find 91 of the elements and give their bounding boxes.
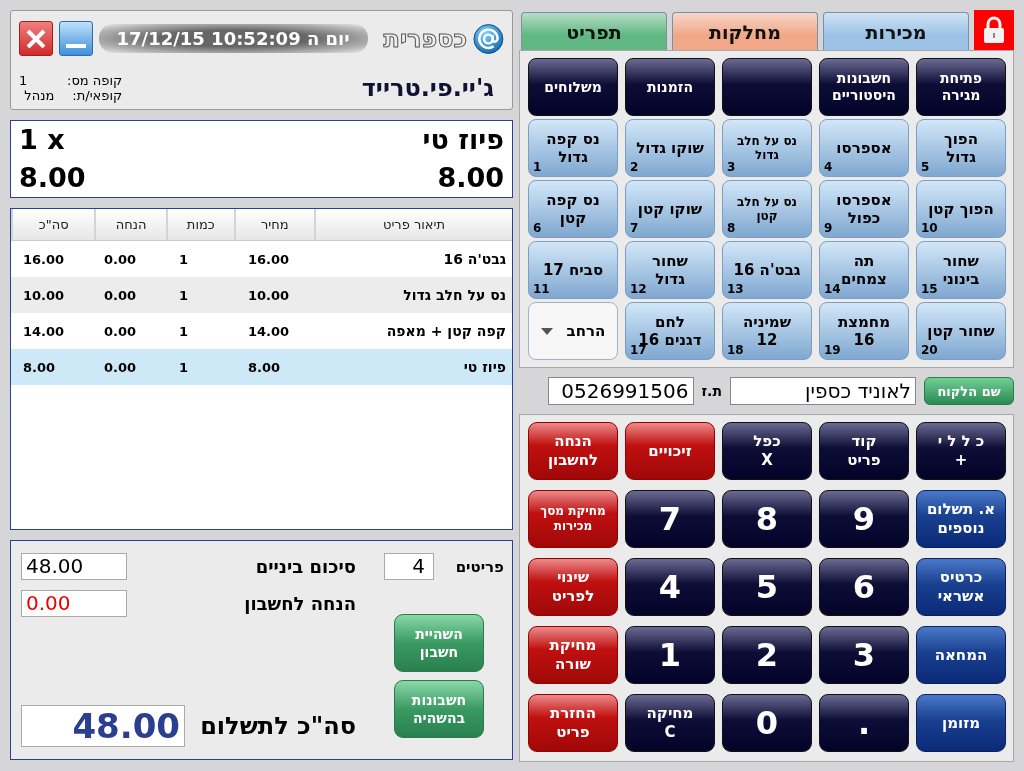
subtotal-label: סיכום ביניים bbox=[255, 556, 356, 577]
table-cell-text: 14.00 bbox=[22, 323, 66, 339]
table-cell-text: 8.00 bbox=[22, 359, 57, 375]
keypad-button[interactable]: קוד פריט bbox=[819, 422, 909, 480]
customer-name-field[interactable]: לאוניד כספין bbox=[730, 377, 916, 405]
table-cell-text: 10.00 bbox=[247, 287, 291, 303]
digit-key[interactable]: 7 bbox=[625, 490, 715, 548]
logo-text: כספרית bbox=[383, 24, 468, 53]
column-header: כמות bbox=[165, 209, 234, 240]
total-field: 48.00 bbox=[21, 705, 185, 747]
total-label: סה"כ לתשלום bbox=[200, 712, 356, 740]
keypad-button[interactable]: המחאה bbox=[916, 626, 1006, 684]
table-cell-text: 14.00 bbox=[247, 323, 291, 339]
info-value: מנהל bbox=[24, 88, 56, 103]
discount-label: הנחה לחשבון bbox=[244, 593, 356, 614]
tab[interactable]: מכירות bbox=[823, 12, 969, 50]
digit-key[interactable]: . bbox=[819, 694, 909, 752]
digit-key[interactable]: 0 bbox=[722, 694, 812, 752]
keypad-button[interactable]: מזומן bbox=[916, 694, 1006, 752]
tab[interactable]: תפריט bbox=[521, 12, 667, 50]
digit-key[interactable]: 9 bbox=[819, 490, 909, 548]
table-cell-text: 10.00 bbox=[22, 287, 66, 303]
action-button[interactable]: הזמנות bbox=[625, 58, 715, 116]
id-field[interactable]: 0526991506 bbox=[547, 377, 694, 405]
minimize-icon bbox=[65, 44, 86, 48]
table-cell-text: 8.00 bbox=[247, 359, 282, 375]
info-label: קופאי/ת: bbox=[72, 88, 123, 103]
table-cell-text: 0.00 bbox=[103, 251, 138, 267]
item-total: 8.00 bbox=[19, 163, 86, 193]
action-button[interactable] bbox=[722, 58, 812, 116]
date-time: יום ה 10:52:09 17/12/15 bbox=[98, 24, 368, 53]
keypad-button[interactable]: מחיקה C bbox=[625, 694, 715, 752]
store-name: ג'יי.פי.טרייד bbox=[361, 74, 494, 102]
item-price: 8.00 bbox=[437, 163, 504, 193]
action-button[interactable]: פתיחת מגירה bbox=[916, 58, 1006, 116]
items-count-field: 4 bbox=[384, 553, 434, 580]
table-cell-text: 0.00 bbox=[103, 359, 138, 375]
subtotal-field: 48.00 bbox=[21, 553, 127, 580]
table-cell-text: 1 bbox=[178, 323, 190, 339]
digit-key[interactable]: 4 bbox=[625, 558, 715, 616]
tab[interactable]: מחלקות bbox=[672, 12, 818, 50]
item-name: פיוז טי bbox=[422, 125, 504, 155]
padlock-icon bbox=[982, 16, 1006, 44]
table-cell-text: 0.00 bbox=[103, 287, 138, 303]
at-sign-icon bbox=[473, 22, 504, 55]
table-cell-text: 1 bbox=[178, 287, 190, 303]
caret-icon bbox=[540, 327, 553, 335]
keypad-button[interactable]: כרטיס אשראי bbox=[916, 558, 1006, 616]
action-button[interactable]: משלוחים bbox=[528, 58, 618, 116]
digit-key[interactable]: 6 bbox=[819, 558, 909, 616]
keypad-button[interactable]: מחיקת מסך מכירות bbox=[528, 490, 618, 548]
close-button[interactable] bbox=[19, 21, 53, 56]
table-cell-text: נס על חלב גדול bbox=[402, 287, 507, 303]
hold-button[interactable]: השהיית חשבון bbox=[394, 614, 484, 672]
digit-key[interactable]: 3 bbox=[819, 626, 909, 684]
table-cell-text: פיוז טי bbox=[462, 359, 507, 375]
close-icon bbox=[25, 28, 46, 49]
digit-key[interactable]: 8 bbox=[722, 490, 812, 548]
items-count-label: פריטים bbox=[455, 557, 504, 576]
table-cell-text: קפה קטן + מאפה bbox=[385, 323, 507, 339]
hold-button[interactable]: חשבונות בהשהיה bbox=[394, 680, 484, 738]
keypad-button[interactable]: זיכויים bbox=[625, 422, 715, 480]
digit-key[interactable]: 5 bbox=[722, 558, 812, 616]
keypad-button[interactable]: מחיקת שורה bbox=[528, 626, 618, 684]
column-header: תיאור פריט bbox=[314, 209, 512, 240]
keypad-button[interactable]: החזרת פריט bbox=[528, 694, 618, 752]
lock-button[interactable] bbox=[974, 10, 1014, 50]
table-cell-text: גבט'ה 16 bbox=[442, 251, 507, 267]
expand-button[interactable]: הרחב bbox=[528, 302, 618, 360]
action-button[interactable]: חשבונות היסטוריים bbox=[819, 58, 909, 116]
info-label: קופה מס: bbox=[67, 73, 123, 88]
table-cell-text: 1 bbox=[178, 359, 190, 375]
digit-key[interactable]: 1 bbox=[625, 626, 715, 684]
digit-key[interactable]: 2 bbox=[722, 626, 812, 684]
table-cell-text: 16.00 bbox=[22, 251, 66, 267]
id-label: ת.ז bbox=[701, 383, 722, 399]
keypad-button[interactable]: שינוי לפריט bbox=[528, 558, 618, 616]
column-header: הנחה bbox=[94, 209, 166, 240]
minimize-button[interactable] bbox=[58, 21, 93, 56]
keypad-button[interactable]: כפל X bbox=[722, 422, 812, 480]
keypad-button[interactable]: א. תשלום נוספים bbox=[916, 490, 1006, 548]
item-quantity: 1 x bbox=[19, 125, 65, 155]
info-value: 1 bbox=[19, 73, 29, 88]
column-header: סה"כ bbox=[11, 209, 95, 240]
column-header: מחיר bbox=[233, 209, 314, 240]
table-cell-text: 0.00 bbox=[103, 323, 138, 339]
keypad-button[interactable]: כ ל ל י + bbox=[916, 422, 1006, 480]
table-cell-text: 16.00 bbox=[247, 251, 291, 267]
table-cell-text: 1 bbox=[178, 251, 190, 267]
discount-field: 0.00 bbox=[21, 590, 127, 617]
keypad-button[interactable]: הנחה לחשבון bbox=[528, 422, 618, 480]
